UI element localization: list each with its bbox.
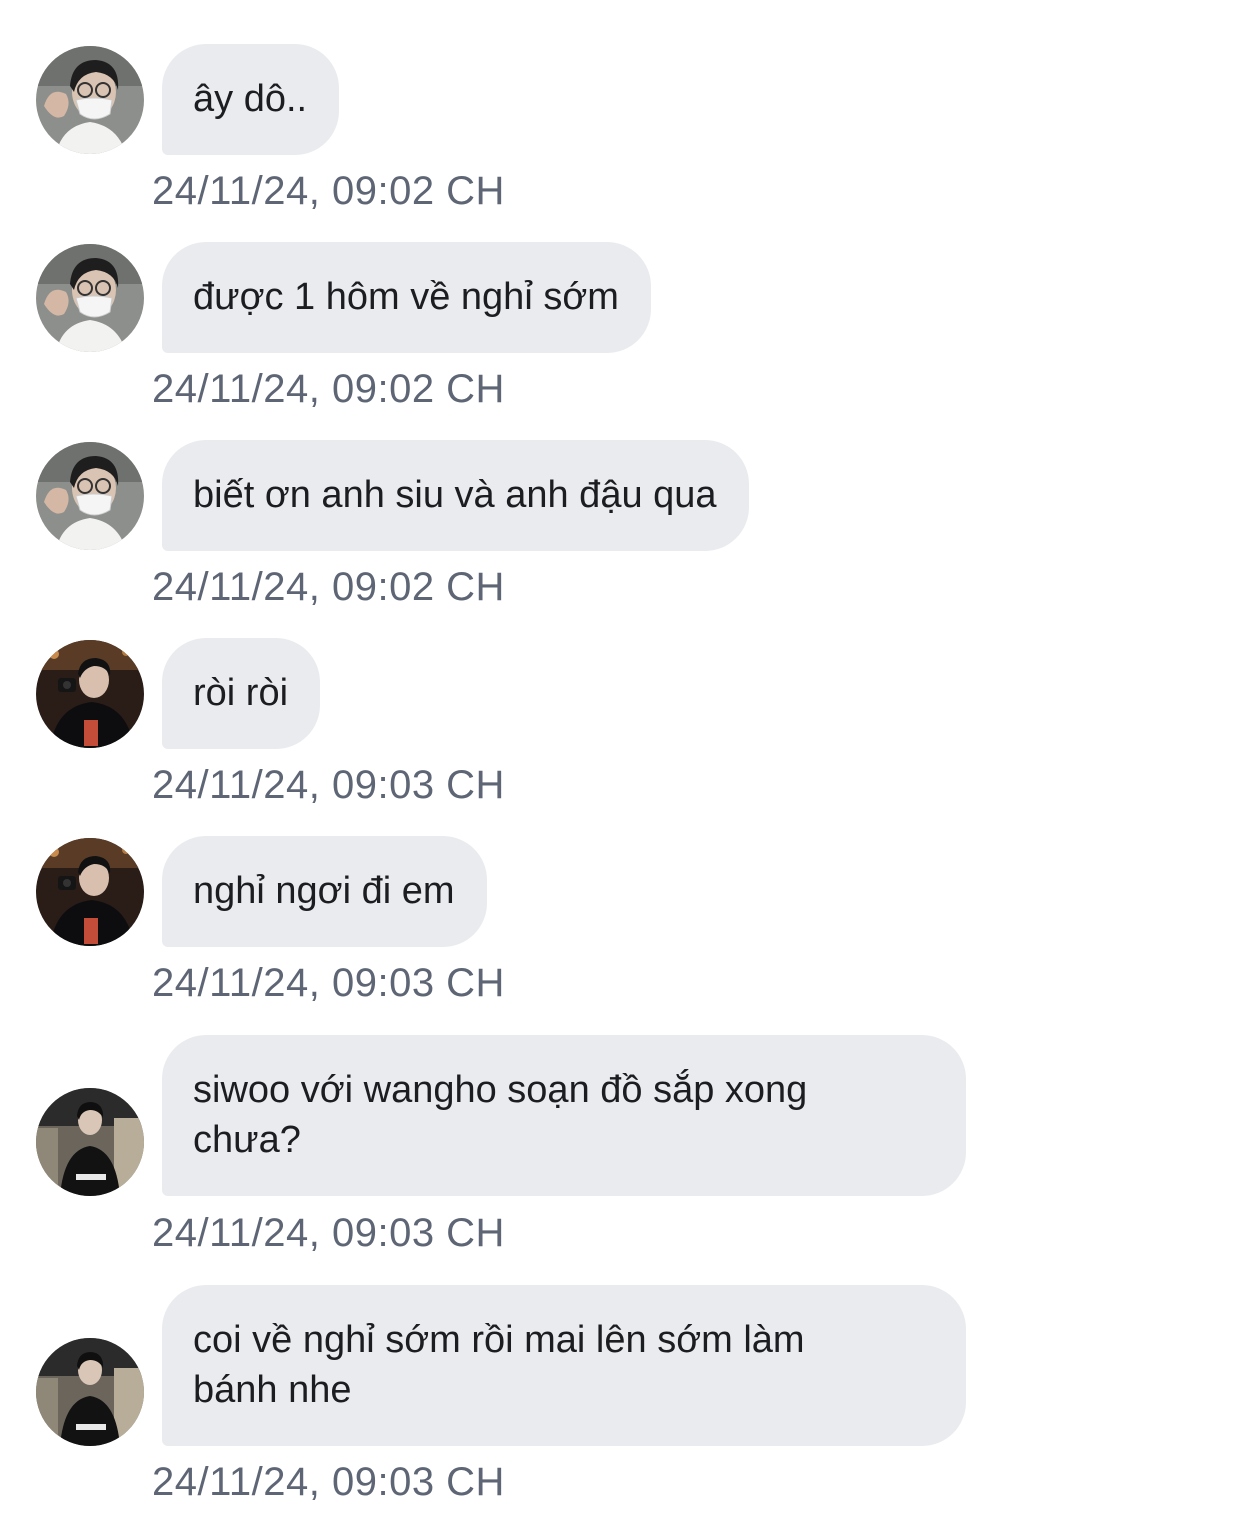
avatar[interactable] xyxy=(36,1088,144,1196)
avatar[interactable] xyxy=(36,442,144,550)
message-timestamp: 24/11/24, 09:03 CH xyxy=(152,1460,505,1504)
message-timestamp: 24/11/24, 09:03 CH xyxy=(152,961,505,1005)
avatar-masked-glasses-icon xyxy=(36,46,144,154)
avatar[interactable] xyxy=(36,640,144,748)
avatar-dark-photo-icon xyxy=(36,838,144,946)
avatar-seated-black-icon xyxy=(36,1338,144,1446)
message-bubble[interactable]: biết ơn anh siu và anh đậu qua xyxy=(162,440,749,551)
avatar[interactable] xyxy=(36,838,144,946)
message-bubble[interactable]: ròi ròi xyxy=(162,638,321,749)
message-bubble[interactable]: ây dô.. xyxy=(162,44,340,155)
avatar[interactable] xyxy=(36,46,144,154)
message-bubble[interactable]: siwoo với wangho soạn đồ sắp xong chưa? xyxy=(162,1035,966,1196)
avatar-masked-glasses-icon xyxy=(36,442,144,550)
message-bubble[interactable]: coi về nghỉ sớm rồi mai lên sớm làm bánh… xyxy=(162,1285,966,1446)
avatar[interactable] xyxy=(36,1338,144,1446)
avatar-dark-photo-icon xyxy=(36,640,144,748)
message-bubble[interactable]: nghỉ ngơi đi em xyxy=(162,836,487,947)
avatar[interactable] xyxy=(36,244,144,352)
message-timestamp: 24/11/24, 09:02 CH xyxy=(152,367,505,411)
message-timestamp: 24/11/24, 09:03 CH xyxy=(152,1211,505,1255)
message-bubble[interactable]: được 1 hôm về nghỉ sớm xyxy=(162,242,651,353)
message-timestamp: 24/11/24, 09:02 CH xyxy=(152,565,505,609)
avatar-seated-black-icon xyxy=(36,1088,144,1196)
message-timestamp: 24/11/24, 09:02 CH xyxy=(152,169,505,213)
message-timestamp: 24/11/24, 09:03 CH xyxy=(152,763,505,807)
avatar-masked-glasses-icon xyxy=(36,244,144,352)
